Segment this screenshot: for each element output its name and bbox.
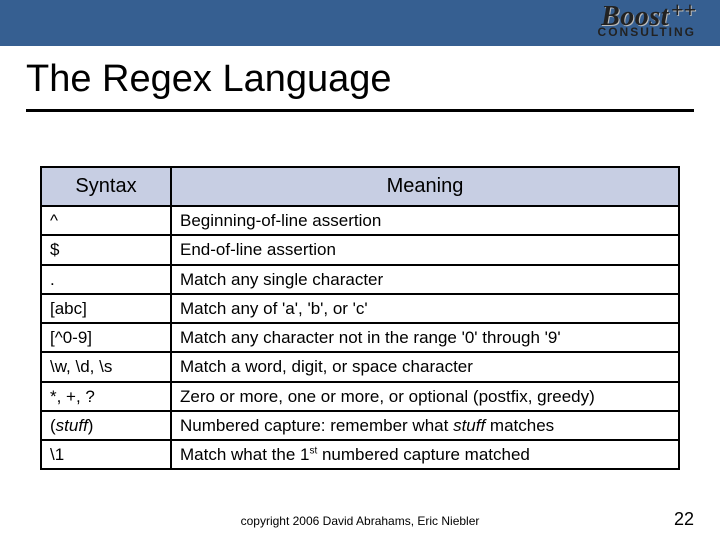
slide-title: The Regex Language [0,46,720,109]
title-rule [0,109,720,112]
cell-syntax: . [41,265,171,294]
table-row: $ End-of-line assertion [41,235,679,264]
table-body: ^ Beginning-of-line assertion $ End-of-l… [41,206,679,469]
cell-meaning: Match any single character [171,265,679,294]
page-number: 22 [674,509,694,530]
table-header-row: Syntax Meaning [41,167,679,206]
cell-meaning: End-of-line assertion [171,235,679,264]
slide: Boost++ CONSULTING The Regex Language Sy… [0,0,720,540]
regex-table: Syntax Meaning ^ Beginning-of-line asser… [40,166,680,470]
logo-text-consulting: CONSULTING [598,25,696,39]
cell-meaning: Match any character not in the range '0'… [171,323,679,352]
cell-syntax: [abc] [41,294,171,323]
table-row: [abc] Match any of 'a', 'b', or 'c' [41,294,679,323]
header-syntax: Syntax [41,167,171,206]
cell-meaning: Numbered capture: remember what stuff ma… [171,411,679,440]
header-meaning: Meaning [171,167,679,206]
table-row: [^0-9] Match any character not in the ra… [41,323,679,352]
cell-meaning: Match any of 'a', 'b', or 'c' [171,294,679,323]
table-row: . Match any single character [41,265,679,294]
cell-syntax: ^ [41,206,171,235]
cell-syntax: (stuff) [41,411,171,440]
footer-copyright: copyright 2006 David Abrahams, Eric Nieb… [0,514,720,528]
logo: Boost++ CONSULTING [598,4,696,39]
table-row: (stuff) Numbered capture: remember what … [41,411,679,440]
table-row: ^ Beginning-of-line assertion [41,206,679,235]
header-band: Boost++ CONSULTING [0,0,720,46]
cell-meaning: Beginning-of-line assertion [171,206,679,235]
content-area: Syntax Meaning ^ Beginning-of-line asser… [40,166,680,470]
cell-syntax: [^0-9] [41,323,171,352]
cell-syntax: \w, \d, \s [41,352,171,381]
logo-text-plusplus: ++ [671,0,696,22]
table-row: \1 Match what the 1st numbered capture m… [41,440,679,469]
cell-meaning: Match what the 1st numbered capture matc… [171,440,679,469]
cell-syntax: \1 [41,440,171,469]
cell-syntax: $ [41,235,171,264]
table-row: \w, \d, \s Match a word, digit, or space… [41,352,679,381]
cell-meaning: Match a word, digit, or space character [171,352,679,381]
cell-syntax: *, +, ? [41,382,171,411]
cell-meaning: Zero or more, one or more, or optional (… [171,382,679,411]
table-row: *, +, ? Zero or more, one or more, or op… [41,382,679,411]
